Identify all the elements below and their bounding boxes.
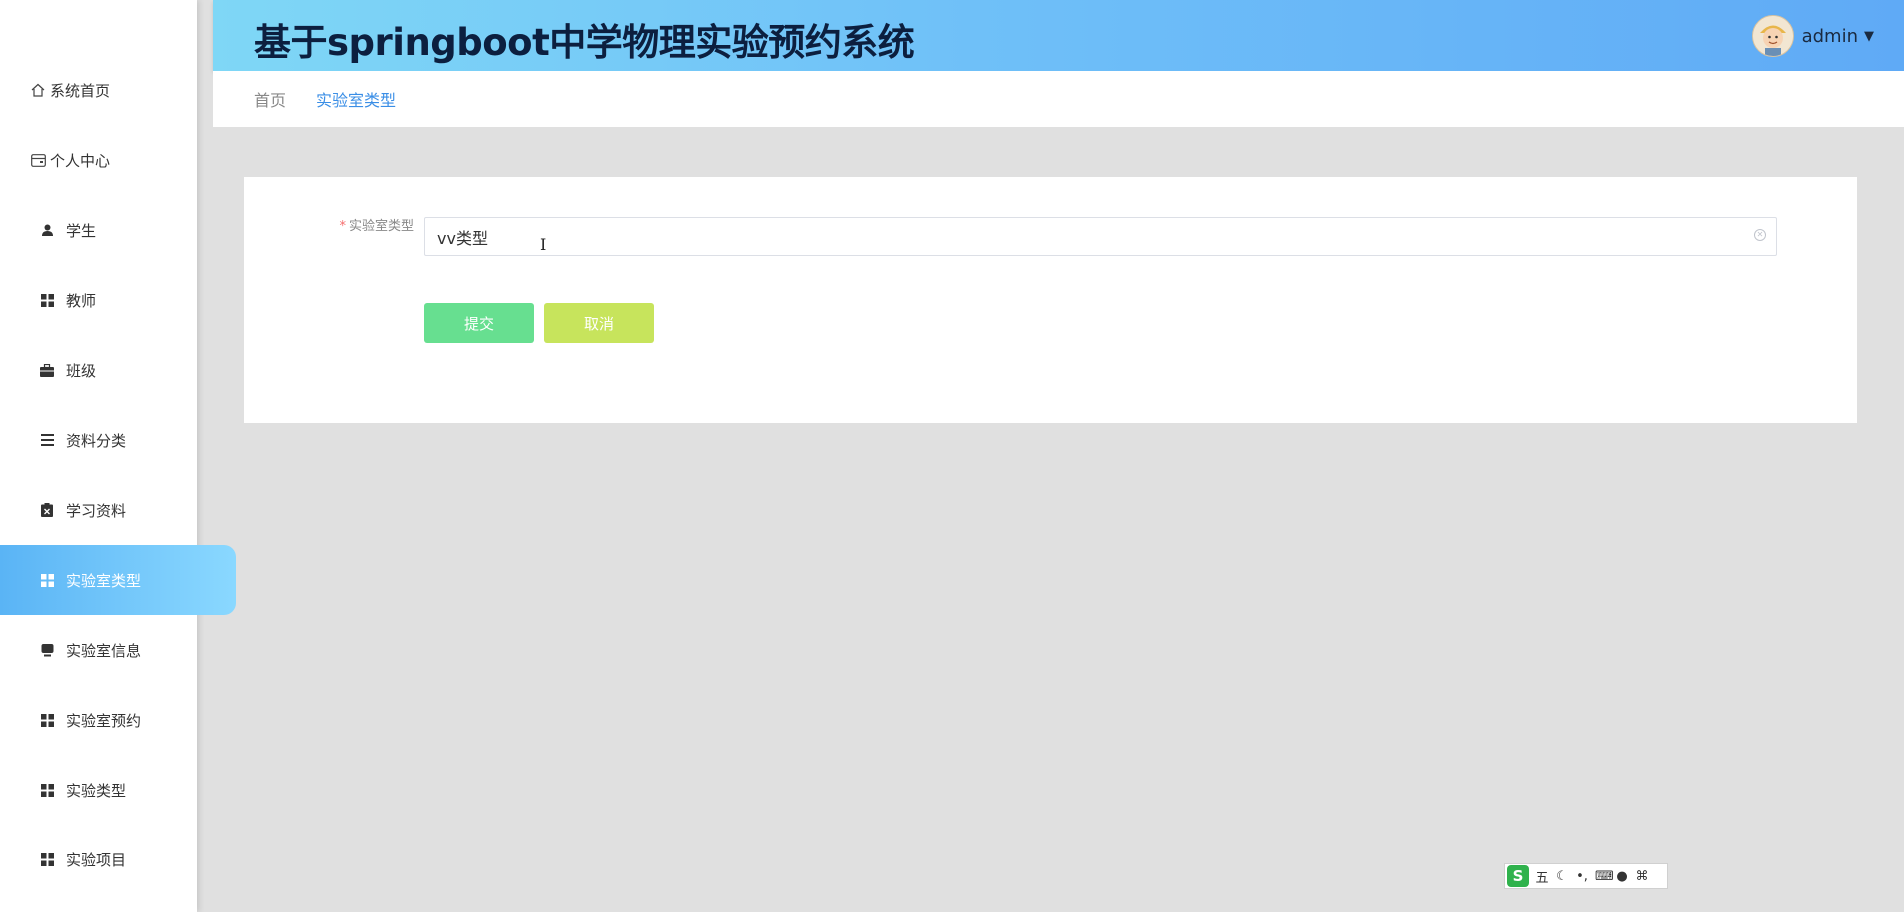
sidebar-item-experiment-types[interactable]: 实验类型	[0, 755, 236, 825]
lab-type-label-text: 实验室类型	[348, 219, 414, 234]
sidebar-item-label: 学习资料	[66, 501, 127, 520]
sidebar-item-label: 实验室信息	[66, 641, 142, 660]
sidebar-item-label: 实验类型	[66, 781, 127, 800]
grid-icon	[39, 851, 55, 867]
caret-down-icon: ▼	[1864, 28, 1874, 44]
punctuation-icon[interactable]: •,	[1575, 869, 1589, 884]
sidebar-item-label: 实验室类型	[66, 571, 142, 590]
ime-mode[interactable]: 五	[1535, 867, 1549, 886]
sidebar-item-label: 实验项目	[66, 850, 127, 869]
breadcrumb-home[interactable]: 首页	[254, 87, 286, 111]
ime-toolbar[interactable]: S 五 ☾ •, ⌨ ● ⌘	[1504, 863, 1668, 889]
sidebar-item-classes[interactable]: 班级	[0, 335, 236, 405]
wallet-icon	[30, 152, 46, 168]
sidebar-item-label: 系统首页	[50, 81, 111, 100]
app-title: 基于springboot中学物理实验预约系统	[254, 21, 915, 64]
text-cursor-icon: I	[540, 235, 547, 254]
sidebar-item-profile[interactable]: 个人中心	[0, 125, 227, 195]
grid-icon	[39, 572, 55, 588]
monitor-icon	[39, 642, 55, 658]
home-icon	[30, 82, 46, 98]
sidebar-item-experiment-projects[interactable]: 实验项目	[0, 824, 236, 894]
sidebar-item-lab-info[interactable]: 实验室信息	[0, 615, 236, 685]
user-menu[interactable]: admin ▼	[1751, 15, 1874, 57]
keyboard-icon[interactable]: ⌨	[1595, 869, 1614, 884]
apps-icon[interactable]: ⌘	[1635, 869, 1649, 884]
avatar	[1751, 15, 1794, 57]
top-header: 基于springboot中学物理实验预约系统 admin ▼	[213, 0, 1904, 71]
user-name: admin	[1801, 25, 1858, 47]
briefcase-icon	[39, 362, 55, 378]
sidebar-item-lab-booking[interactable]: 实验室预约	[0, 685, 236, 755]
sidebar-item-material-categories[interactable]: 资料分类	[0, 405, 236, 475]
sidebar-item-label: 资料分类	[66, 431, 127, 450]
lab-type-input[interactable]	[425, 218, 1759, 255]
sidebar-item-home[interactable]: 系统首页	[0, 55, 227, 125]
submit-button[interactable]: 提交	[424, 303, 534, 343]
user-icon	[39, 222, 55, 238]
sidebar-item-lab-types[interactable]: 实验室类型	[0, 545, 236, 615]
sidebar-item-teachers[interactable]: 教师	[0, 265, 236, 335]
required-mark: *	[339, 219, 346, 234]
sidebar-item-label: 学生	[66, 221, 97, 240]
breadcrumb: 首页 实验室类型	[213, 71, 1904, 127]
sidebar-item-students[interactable]: 学生	[0, 195, 236, 265]
clipboard-icon	[39, 502, 55, 518]
form-card: *实验室类型 ✕ I 提交 取消	[244, 177, 1857, 423]
grid-icon	[39, 292, 55, 308]
lab-type-field[interactable]: ✕	[424, 217, 1777, 256]
sidebar-item-study-materials[interactable]: 学习资料	[0, 475, 236, 545]
clear-icon[interactable]: ✕	[1754, 229, 1766, 241]
breadcrumb-current[interactable]: 实验室类型	[316, 87, 396, 111]
sidebar-item-label: 班级	[66, 361, 97, 380]
sidebar-item-label: 个人中心	[50, 151, 111, 170]
sidebar: 系统首页 个人中心 学生 教师 班级 资料分类 学习资料 实验室类型 实验室信息…	[0, 0, 236, 912]
sidebar-item-label: 教师	[66, 291, 97, 310]
list-icon	[39, 432, 55, 448]
grid-icon	[39, 712, 55, 728]
grid-icon	[39, 782, 55, 798]
sidebar-item-label: 实验室预约	[66, 711, 142, 730]
moon-icon[interactable]: ☾	[1555, 869, 1569, 884]
cancel-button[interactable]: 取消	[544, 303, 654, 343]
lab-type-label: * 实验室类型	[314, 217, 414, 237]
sogou-logo-icon[interactable]: S	[1507, 865, 1529, 887]
person-icon[interactable]: ●	[1615, 869, 1629, 884]
